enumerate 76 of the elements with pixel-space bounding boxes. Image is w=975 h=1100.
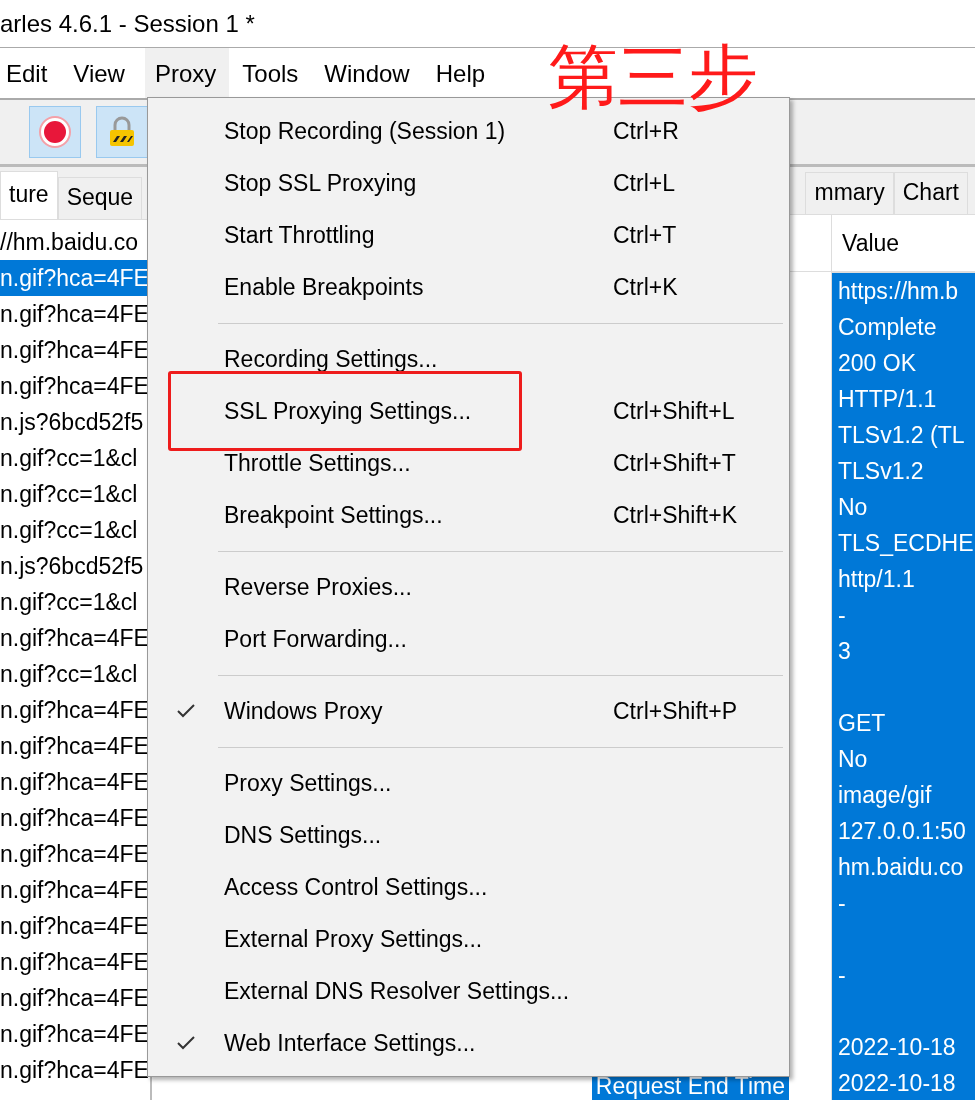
request-row[interactable]: n.gif?cc=1&cl: [0, 440, 150, 476]
menu-item[interactable]: Port Forwarding...: [148, 613, 789, 665]
property-value: 3: [838, 637, 852, 666]
property-value: GET: [838, 709, 887, 738]
property-value: Complete: [838, 313, 938, 342]
menu-item[interactable]: External DNS Resolver Settings...: [148, 965, 789, 1017]
menu-bar-item[interactable]: Proxy: [144, 48, 230, 98]
request-row[interactable]: n.gif?hca=4FE: [0, 260, 150, 296]
request-row[interactable]: n.gif?cc=1&cl: [0, 584, 150, 620]
window-title: arles 4.6.1 - Session 1 *: [0, 9, 255, 38]
request-row[interactable]: n.gif?hca=4FE: [0, 872, 150, 908]
menu-item[interactable]: Access Control Settings...: [148, 861, 789, 913]
request-row[interactable]: n.gif?cc=1&cl: [0, 476, 150, 512]
property-value: http/1.1: [838, 565, 916, 594]
property-value: 200 OK: [838, 349, 917, 378]
request-row[interactable]: n.gif?hca=4FE: [0, 800, 150, 836]
property-value: image/gif: [838, 781, 933, 810]
request-row[interactable]: n.gif?hca=4FE: [0, 332, 150, 368]
property-value: TLSv1.2 (TL: [838, 421, 966, 450]
property-value: https://hm.b: [838, 277, 960, 306]
menu-item[interactable]: Breakpoint Settings... Ctrl+Shift+K: [148, 489, 789, 541]
lock-button[interactable]: [96, 106, 148, 158]
menu-item[interactable]: DNS Settings...: [148, 809, 789, 861]
property-value: No: [838, 745, 869, 774]
request-row[interactable]: n.gif?cc=1&cl: [0, 512, 150, 548]
request-row[interactable]: n.gif?hca=4FE: [0, 728, 150, 764]
request-row[interactable]: n.gif?cc=1&cl: [0, 656, 150, 692]
record-icon: [38, 115, 72, 149]
menu-item[interactable]: Stop SSL Proxying Ctrl+L: [148, 157, 789, 209]
record-button[interactable]: [29, 106, 81, 158]
request-row[interactable]: n.gif?hca=4FE: [0, 836, 150, 872]
request-row[interactable]: n.gif?hca=4FE: [0, 1016, 150, 1052]
request-row[interactable]: n.gif?hca=4FE: [0, 980, 150, 1016]
request-row[interactable]: n.gif?hca=4FE: [0, 908, 150, 944]
lock-icon: [107, 115, 137, 149]
annotation-text: 第三步: [548, 42, 758, 112]
menu-item[interactable]: Enable Breakpoints Ctrl+K: [148, 261, 789, 313]
property-value: -: [838, 961, 847, 990]
property-value: 127.0.0.1:50: [838, 817, 967, 846]
request-row[interactable]: n.gif?hca=4FE: [0, 296, 150, 332]
tab[interactable]: ture: [0, 171, 58, 219]
property-value: 2022-10-18: [838, 1069, 957, 1098]
request-row[interactable]: n.js?6bcd52f5: [0, 404, 150, 440]
menu-item[interactable]: Proxy Settings...: [148, 757, 789, 809]
property-value: -: [838, 601, 847, 630]
request-row[interactable]: n.gif?hca=4FE: [0, 368, 150, 404]
menu-bar-item[interactable]: View: [67, 48, 138, 98]
menu-bar-item[interactable]: Help: [429, 48, 499, 98]
request-row[interactable]: n.gif?hca=4FE: [0, 1052, 150, 1088]
menu-item[interactable]: SSL Proxying Settings... Ctrl+Shift+L: [148, 385, 789, 437]
menu-item[interactable]: Throttle Settings... Ctrl+Shift+T: [148, 437, 789, 489]
menu-item[interactable]: Reverse Proxies...: [148, 561, 789, 613]
property-value: HTTP/1.1: [838, 385, 938, 414]
request-row[interactable]: n.gif?hca=4FE: [0, 692, 150, 728]
menu-item[interactable]: Start Throttling Ctrl+T: [148, 209, 789, 261]
request-row[interactable]: n.gif?hca=4FE: [0, 620, 150, 656]
request-row[interactable]: n.gif?hca=4FE: [0, 944, 150, 980]
request-row[interactable]: n.gif?hca=4FE: [0, 764, 150, 800]
menu-bar-item[interactable]: Tools: [236, 48, 312, 98]
property-value: 2022-10-18: [838, 1033, 957, 1062]
request-row[interactable]: n.js?6bcd52f5: [0, 548, 150, 584]
property-value: No: [838, 493, 869, 522]
request-row[interactable]: //hm.baidu.co: [0, 224, 150, 260]
property-value: TLS_ECDHE: [838, 529, 975, 558]
property-value: TLSv1.2: [838, 457, 925, 486]
menu-bar-item[interactable]: Edit: [0, 48, 61, 98]
menu-item[interactable]: Windows Proxy Ctrl+Shift+P: [148, 685, 789, 737]
tab[interactable]: mmary: [805, 172, 894, 214]
tab[interactable]: Chart: [893, 172, 968, 214]
property-value: hm.baidu.co: [838, 853, 965, 882]
menu-bar-item[interactable]: Window: [318, 48, 423, 98]
menu-item[interactable]: Recording Settings...: [148, 333, 789, 385]
menu-item[interactable]: Web Interface Settings...: [148, 1017, 789, 1069]
tab[interactable]: Seque: [57, 177, 143, 219]
property-value: -: [838, 889, 847, 918]
menu-item[interactable]: External Proxy Settings...: [148, 913, 789, 965]
